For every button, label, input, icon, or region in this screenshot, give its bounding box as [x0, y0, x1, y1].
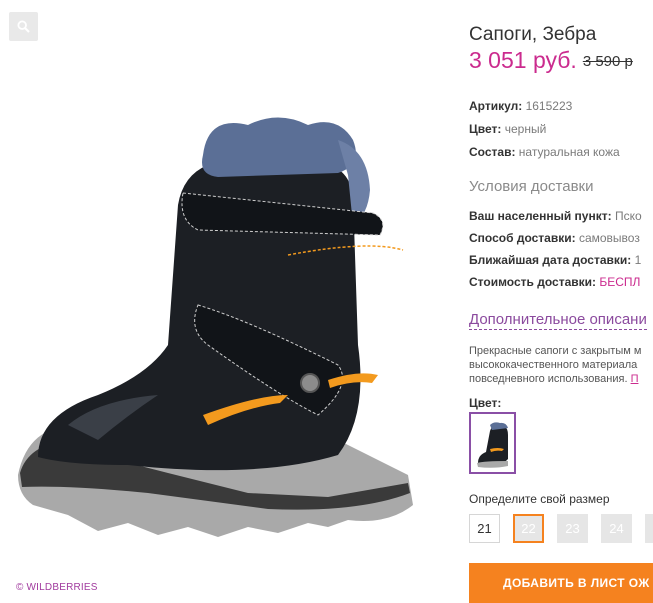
size-option-unavailable: 24 [601, 514, 632, 543]
prop-article: Артикул: 1615223 [469, 99, 573, 113]
more-link[interactable]: П [631, 373, 639, 385]
size-option-unavailable: 23 [557, 514, 588, 543]
delivery-cost: Стоимость доставки: БЕСПЛ [469, 275, 641, 289]
current-price: 3 051 руб. [469, 47, 577, 73]
product-title: Сапоги, Зебра [469, 24, 597, 45]
delivery-title: Условия доставки [469, 178, 594, 195]
price-row: 3 051 руб. 3 590 р [469, 47, 633, 74]
product-info: Сапоги, Зебра 3 051 руб. 3 590 р Артикул:… [469, 0, 653, 603]
delivery-city[interactable]: Ваш населенный пункт: Пско [469, 209, 642, 223]
zoom-button[interactable] [9, 12, 38, 41]
watermark: © WILDBERRIES [16, 582, 98, 593]
additional-description-link[interactable]: Дополнительное описани [469, 311, 647, 330]
size-label: Определите свой размер [469, 492, 610, 506]
delivery-date: Ближайшая дата доставки: 1 [469, 253, 642, 267]
prop-color: Цвет: черный [469, 122, 547, 136]
prop-composition: Состав: натуральная кожа [469, 145, 620, 159]
size-option[interactable]: 21 [469, 514, 500, 543]
old-price: 3 590 р [582, 53, 633, 70]
product-image[interactable] [8, 95, 448, 545]
color-label: Цвет: [469, 396, 502, 410]
size-option-selected[interactable]: 22 [513, 514, 544, 543]
color-swatch[interactable] [469, 412, 516, 474]
size-option-unavailable [645, 514, 653, 543]
add-to-wishlist-button[interactable]: ДОБАВИТЬ В ЛИСТ ОЖ [469, 563, 653, 603]
search-icon [17, 20, 30, 33]
delivery-method[interactable]: Способ доставки: самовывоз [469, 231, 640, 245]
description-text: Прекрасные сапоги с закрытым м высококач… [469, 345, 642, 385]
